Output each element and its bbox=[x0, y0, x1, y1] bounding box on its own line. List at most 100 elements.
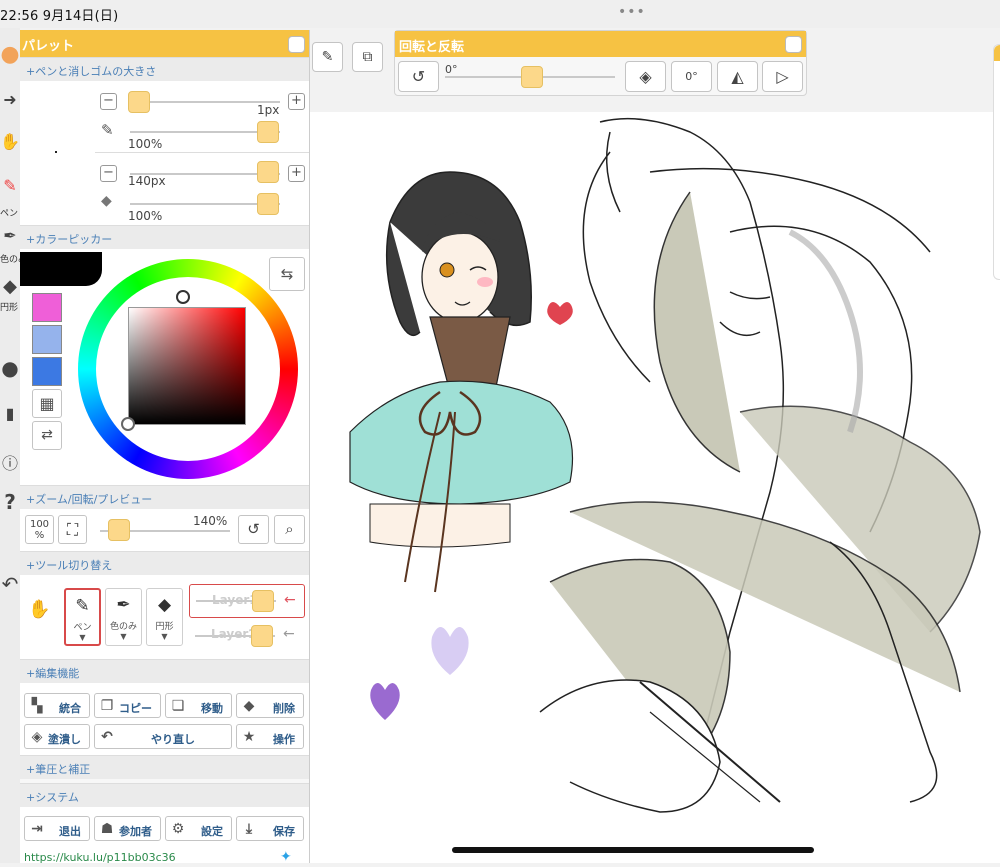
save-button[interactable]: ⤓ 保存 bbox=[236, 816, 304, 841]
right-panel-header bbox=[994, 45, 1000, 61]
pen-icon[interactable]: ✎ bbox=[0, 176, 20, 195]
eraser-size-minus-button[interactable]: − bbox=[100, 165, 117, 182]
flip-vertical-icon[interactable]: ▷ bbox=[762, 61, 803, 92]
palette-close-button[interactable] bbox=[288, 36, 305, 53]
rotate-close-button[interactable] bbox=[785, 36, 802, 53]
fill-icon: ◈ bbox=[31, 729, 43, 745]
move-button[interactable]: ❏ 移動 bbox=[165, 693, 232, 718]
rotate-diamond-icon[interactable]: ◈ bbox=[625, 61, 666, 92]
colorpicker-section-title[interactable]: +カラーピッカー bbox=[20, 225, 309, 249]
arrow-left-icon: ← bbox=[283, 626, 295, 642]
system-group: ⇥ 退出 ☗ 参加者 ⚙ 設定 ⤓ 保存 https://kuku.lu/p11bb03… bbox=[20, 807, 309, 863]
fill-button[interactable]: ◈ 塗潰し bbox=[24, 724, 90, 749]
delete-icon: ◆ bbox=[243, 698, 255, 714]
palette-header: パレット bbox=[20, 30, 309, 57]
tool-card-eyedropper[interactable]: ✒ 色のみ ▼ bbox=[105, 588, 142, 646]
add-swatch-icon[interactable]: ▦ bbox=[32, 389, 62, 418]
home-indicator bbox=[452, 847, 814, 853]
hand-icon[interactable]: ✋ bbox=[0, 132, 20, 151]
rotate-angle-value: 0° bbox=[445, 63, 458, 76]
rotate-zero-button[interactable]: 0° bbox=[671, 61, 712, 92]
help-icon[interactable]: ? bbox=[0, 490, 20, 514]
tool-card-pen[interactable]: ✎ ペン ▼ bbox=[64, 588, 101, 646]
dropdown-arrow-icon: ▼ bbox=[161, 632, 168, 641]
room-link[interactable]: https://kuku.lu/p11bb03c36 bbox=[24, 851, 176, 863]
pen-size-minus-button[interactable]: − bbox=[100, 93, 117, 110]
swatch-1[interactable] bbox=[32, 293, 62, 322]
pen-eraser-section-title[interactable]: +ペンと消しゴムの大きさ bbox=[20, 57, 309, 81]
tool-name: 円形 bbox=[155, 622, 174, 632]
zoom-100-button[interactable]: 100 % bbox=[25, 515, 54, 544]
rotate-slider-knob[interactable] bbox=[521, 66, 543, 88]
current-color-chip[interactable] bbox=[20, 252, 102, 286]
eraser-opacity-value: 100% bbox=[128, 209, 163, 223]
eraser-opacity-slider-knob[interactable] bbox=[257, 193, 279, 215]
status-bar: 22:56 9月14日(日) ••• bbox=[0, 0, 1000, 28]
zoom-section-title[interactable]: +ズーム/回転/プレビュー bbox=[20, 485, 309, 509]
pen-settings-icon[interactable]: ✎ bbox=[312, 42, 343, 72]
settings-button[interactable]: ⚙ 設定 bbox=[165, 816, 232, 841]
rotate-flip-header: 回転と反転 bbox=[395, 31, 806, 57]
layer1-row[interactable]: Layer1 ← bbox=[189, 584, 305, 618]
merge-button[interactable]: ▚ 統合 bbox=[24, 693, 90, 718]
info-icon[interactable]: ⓘ bbox=[0, 450, 20, 474]
pen-opacity-slider-knob[interactable] bbox=[257, 121, 279, 143]
copy-button[interactable]: ❐ コピー bbox=[94, 693, 161, 718]
eraser-size-plus-button[interactable]: + bbox=[288, 165, 305, 182]
color-wheel-icon[interactable]: ● bbox=[0, 42, 20, 67]
shape-icon[interactable]: ◆ bbox=[0, 276, 20, 297]
color-selector[interactable] bbox=[121, 417, 135, 431]
swap-swatch-icon[interactable]: ⇄ bbox=[32, 421, 62, 450]
book-icon[interactable]: ▮ bbox=[0, 404, 20, 423]
palette-swap-icon[interactable]: ⇆ bbox=[269, 257, 305, 291]
delete-button[interactable]: ◆ 削除 bbox=[236, 693, 304, 718]
drawing-canvas[interactable] bbox=[310, 112, 1000, 863]
operation-button[interactable]: ★ 操作 bbox=[236, 724, 304, 749]
participants-button[interactable]: ☗ 参加者 bbox=[94, 816, 161, 841]
exit-button[interactable]: ⇥ 退出 bbox=[24, 816, 90, 841]
right-edge-panel[interactable] bbox=[993, 44, 1000, 280]
move-icon: ❏ bbox=[171, 698, 185, 714]
move-arrow-icon[interactable]: ➜ bbox=[0, 90, 20, 109]
layer2-row[interactable]: Layer2 ← bbox=[189, 621, 305, 651]
rotate-view-icon[interactable]: ↺ bbox=[238, 515, 269, 544]
eraser-size-slider-knob[interactable] bbox=[257, 161, 279, 183]
tool-card-circle[interactable]: ◆ 円形 ▼ bbox=[146, 588, 183, 646]
sketch-right-figure bbox=[539, 117, 981, 813]
eyedropper-icon[interactable]: ✒ bbox=[0, 226, 20, 245]
pen-size-slider-knob[interactable] bbox=[128, 91, 150, 113]
rotate-flip-title: 回転と反転 bbox=[399, 40, 465, 55]
layer1-knob[interactable] bbox=[252, 590, 274, 612]
pen-size-plus-button[interactable]: + bbox=[288, 93, 305, 110]
colorpicker-area: ▦ ⇄ ⇆ bbox=[20, 249, 309, 485]
zoom-slider-knob[interactable] bbox=[108, 519, 130, 541]
pressure-section-title[interactable]: +筆圧と補正 bbox=[20, 755, 309, 779]
system-section-title[interactable]: +システム bbox=[20, 783, 309, 807]
layer2-knob[interactable] bbox=[251, 625, 273, 647]
rotate-reset-icon[interactable]: ↺ bbox=[398, 61, 439, 92]
crop-icon[interactable]: ⧉ bbox=[352, 42, 383, 72]
tool-switch-section-title[interactable]: +ツール切り替え bbox=[20, 551, 309, 575]
swatch-2[interactable] bbox=[32, 325, 62, 354]
swatch-3[interactable] bbox=[32, 357, 62, 386]
dropdown-arrow-icon: ▼ bbox=[79, 633, 86, 642]
edit-section-title[interactable]: +編集機能 bbox=[20, 659, 309, 683]
search-icon[interactable]: ⌕ bbox=[274, 515, 305, 544]
redo-icon: ↶ bbox=[101, 729, 113, 745]
toolbar-circle-label: 円形 bbox=[0, 303, 19, 313]
canvas-artwork bbox=[349, 117, 981, 813]
flip-horizontal-icon[interactable]: ◭ bbox=[717, 61, 758, 92]
fit-screen-icon[interactable]: ⛶ bbox=[58, 515, 87, 544]
hand-tool-icon[interactable]: ✋ bbox=[28, 599, 50, 620]
multitasking-dots-icon[interactable]: ••• bbox=[618, 4, 646, 20]
undo-curve-icon[interactable]: ↶ bbox=[0, 572, 20, 596]
eraser-size-group: − + 140px ◆ 100% bbox=[95, 153, 309, 225]
hue-selector[interactable] bbox=[176, 290, 190, 304]
tool-name: ペン bbox=[73, 623, 92, 633]
left-toolbar: ● ➜ ✋ ✎ ペン ✒ 色のみ ◆ 円形 ● ▮ ⓘ ? ↶ bbox=[0, 28, 27, 863]
redo-button[interactable]: ↶ やり直し bbox=[94, 724, 232, 749]
merge-icon: ▚ bbox=[31, 698, 43, 714]
saturation-value-square[interactable] bbox=[128, 307, 246, 425]
twitter-icon[interactable]: ✦ bbox=[280, 849, 292, 863]
chat-bubble-icon[interactable]: ● bbox=[0, 356, 20, 380]
